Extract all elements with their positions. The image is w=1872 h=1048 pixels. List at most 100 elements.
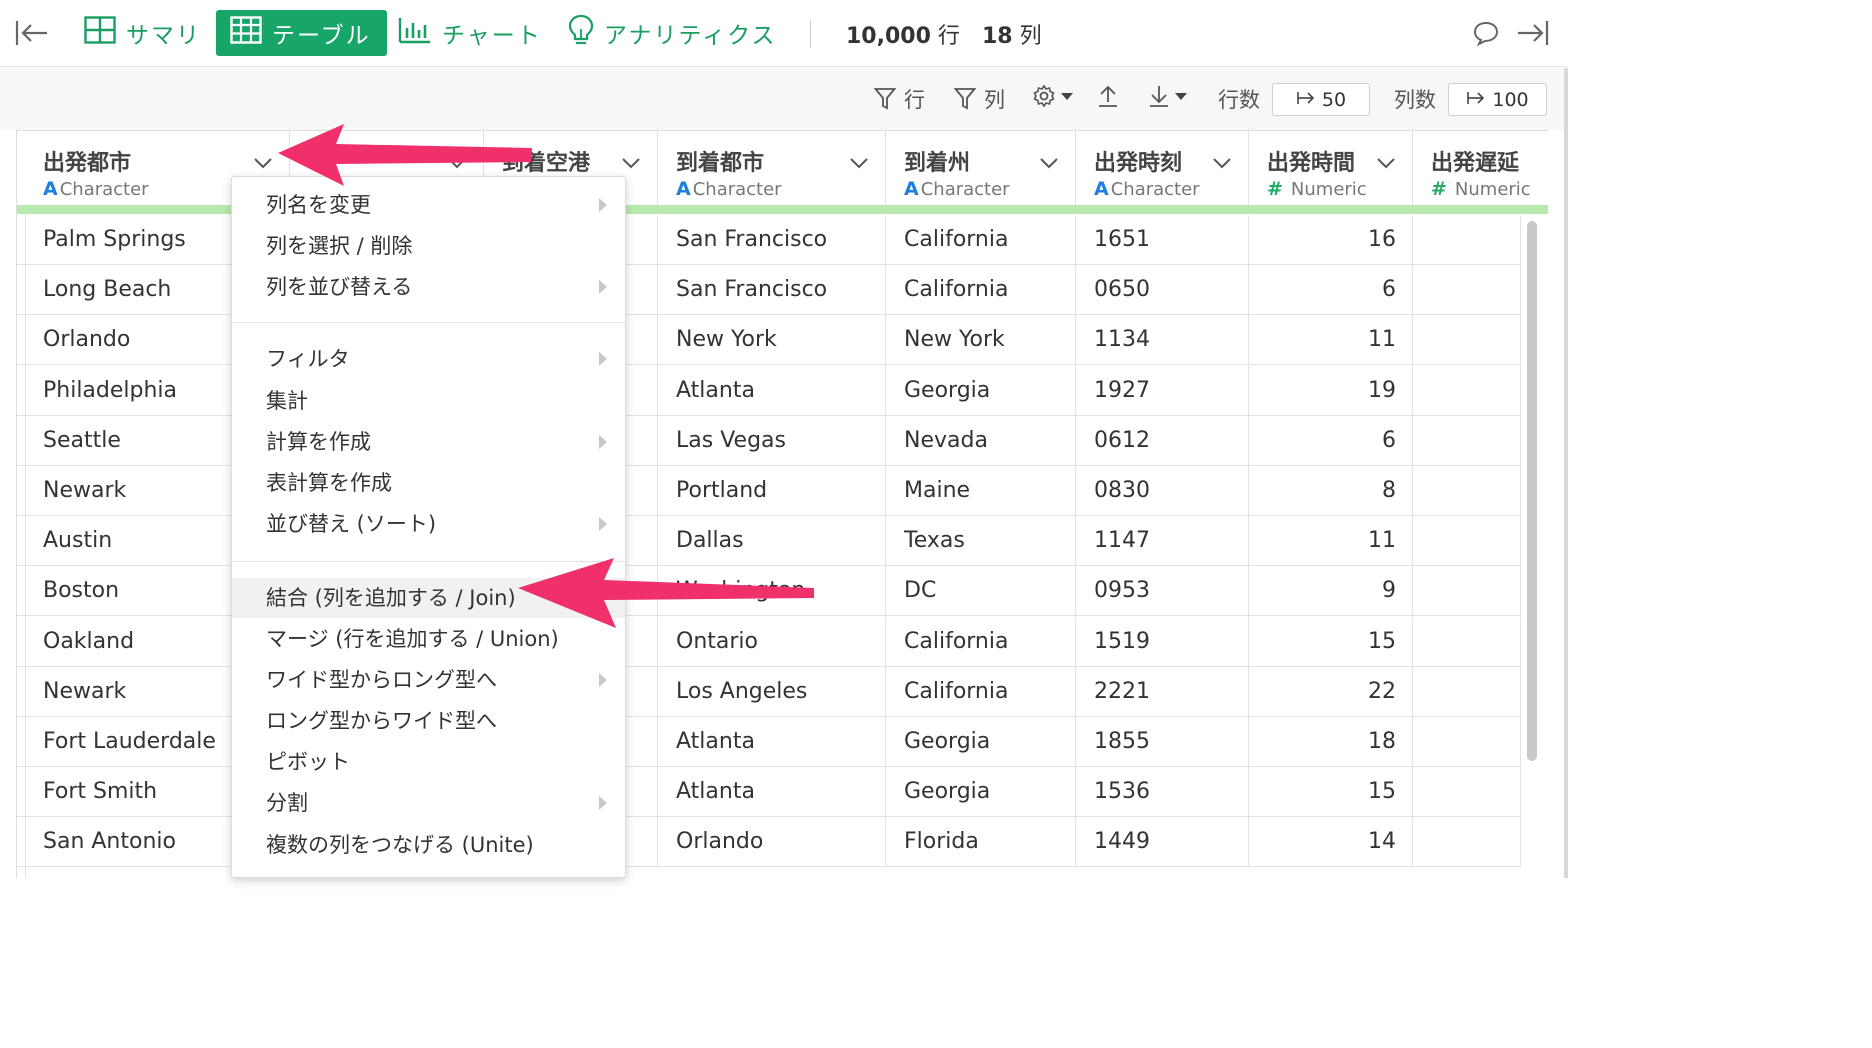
vertical-scrollbar[interactable] — [1527, 221, 1537, 761]
speech-bubble-icon[interactable] — [1472, 20, 1500, 50]
table-cell[interactable]: 15 — [1249, 616, 1413, 667]
table-cell[interactable]: 19 — [1249, 365, 1413, 416]
table-cell[interactable]: 1855 — [1076, 717, 1249, 767]
table-cell[interactable]: California — [886, 265, 1076, 316]
table-cell[interactable] — [1413, 817, 1521, 868]
table-cell[interactable]: 14 — [1249, 817, 1413, 868]
table-cell[interactable]: 0830 — [1076, 466, 1249, 516]
chevron-down-icon[interactable] — [252, 155, 274, 174]
summary-tab[interactable]: サマリ — [84, 10, 201, 56]
table-cell[interactable]: 0650 — [1076, 265, 1249, 316]
table-cell[interactable] — [1413, 767, 1521, 818]
menu-item[interactable]: 列を並び替える — [232, 267, 625, 307]
table-cell[interactable]: DC — [886, 566, 1076, 617]
table-cell[interactable] — [1413, 616, 1521, 667]
table-cell[interactable]: 1147 — [1076, 516, 1249, 567]
table-cell[interactable]: 8 — [1249, 466, 1413, 516]
table-cell[interactable] — [1413, 516, 1521, 567]
analytics-tab[interactable]: アナリティクス — [568, 10, 776, 56]
table-cell[interactable]: San Francisco — [658, 215, 886, 265]
table-cell[interactable]: 1449 — [1076, 817, 1249, 868]
table-cell[interactable] — [1413, 566, 1521, 617]
menu-item[interactable]: 集計 — [232, 381, 625, 421]
chart-tab[interactable]: チャート — [398, 10, 542, 56]
table-cell[interactable]: Georgia — [886, 717, 1076, 767]
settings-button[interactable] — [1032, 84, 1073, 108]
table-cell[interactable]: Dallas — [658, 516, 886, 567]
menu-item[interactable]: 分割 — [232, 783, 625, 823]
chevron-down-icon[interactable] — [1038, 155, 1060, 174]
table-cell[interactable]: Los Angeles — [658, 666, 886, 717]
table-cell[interactable] — [1413, 215, 1521, 265]
column-header[interactable]: 出発時刻 A Character — [1076, 131, 1249, 205]
table-cell[interactable]: Las Vegas — [658, 415, 886, 466]
menu-item[interactable]: 列を選択 / 削除 — [232, 226, 625, 266]
cols-limit-button[interactable]: 100 — [1448, 83, 1547, 116]
menu-item[interactable]: 計算を作成 — [232, 422, 625, 462]
chevron-down-icon[interactable] — [848, 155, 870, 174]
table-cell[interactable]: 11 — [1249, 516, 1413, 567]
table-cell[interactable]: California — [886, 616, 1076, 667]
table-cell[interactable]: Atlanta — [658, 767, 886, 818]
table-cell[interactable]: California — [886, 666, 1076, 717]
table-cell[interactable]: New York — [658, 315, 886, 366]
chevron-down-icon[interactable] — [1211, 155, 1233, 174]
table-cell[interactable]: Georgia — [886, 365, 1076, 416]
table-cell[interactable]: 1134 — [1076, 315, 1249, 366]
collapse-right-icon[interactable] — [1516, 18, 1550, 52]
table-cell[interactable]: Georgia — [886, 767, 1076, 818]
column-header[interactable]: 到着都市 A Character — [658, 131, 886, 205]
table-cell[interactable]: 1536 — [1076, 767, 1249, 818]
table-cell[interactable]: 1927 — [1076, 365, 1249, 416]
table-cell[interactable]: 15 — [1249, 767, 1413, 818]
table-cell[interactable]: 6 — [1249, 265, 1413, 316]
table-cell[interactable]: 1651 — [1076, 215, 1249, 265]
table-cell[interactable]: Orlando — [658, 817, 886, 868]
column-header[interactable]: 出発遅延 # Numeric — [1413, 131, 1548, 205]
download-button[interactable] — [1148, 84, 1187, 108]
menu-item[interactable]: フィルタ — [232, 339, 625, 379]
menu-item[interactable]: 並び替え (ソート) — [232, 504, 625, 544]
table-cell[interactable]: Portland — [658, 466, 886, 516]
table-cell[interactable]: 2221 — [1076, 666, 1249, 717]
table-cell[interactable]: 0612 — [1076, 415, 1249, 466]
menu-item[interactable]: 列名を変更 — [232, 185, 625, 225]
table-cell[interactable]: 1519 — [1076, 616, 1249, 667]
table-cell[interactable]: Ontario — [658, 616, 886, 667]
table-cell[interactable]: 0953 — [1076, 566, 1249, 617]
chevron-down-icon[interactable] — [620, 155, 642, 174]
table-cell[interactable]: California — [886, 215, 1076, 265]
menu-item[interactable]: マージ (行を追加する / Union) — [232, 619, 625, 659]
menu-item[interactable]: ワイド型からロング型へ — [232, 660, 625, 700]
table-cell[interactable]: Washington — [658, 566, 886, 617]
column-header[interactable]: 出発時間 # Numeric — [1249, 131, 1413, 205]
table-cell[interactable]: 11 — [1249, 315, 1413, 366]
menu-item[interactable]: ピボット — [232, 742, 625, 782]
menu-item[interactable]: 結合 (列を追加する / Join) — [232, 578, 625, 618]
table-cell[interactable]: 9 — [1249, 566, 1413, 617]
table-cell[interactable] — [1413, 466, 1521, 516]
table-cell[interactable] — [1413, 415, 1521, 466]
collapse-left-icon[interactable] — [14, 18, 50, 48]
table-cell[interactable]: Maine — [886, 466, 1076, 516]
table-cell[interactable] — [1413, 315, 1521, 366]
menu-item[interactable]: 表計算を作成 — [232, 463, 625, 503]
upload-button[interactable] — [1097, 84, 1119, 108]
table-cell[interactable]: 18 — [1249, 717, 1413, 767]
rows-limit-button[interactable]: 50 — [1272, 83, 1370, 116]
table-tab[interactable]: テーブル — [216, 10, 387, 56]
table-cell[interactable]: Texas — [886, 516, 1076, 567]
table-cell[interactable] — [1413, 365, 1521, 416]
menu-item[interactable]: ロング型からワイド型へ — [232, 701, 625, 741]
column-header[interactable]: 到着州 A Character — [886, 131, 1076, 205]
table-cell[interactable] — [1413, 265, 1521, 316]
chevron-down-icon[interactable] — [446, 155, 468, 174]
table-cell[interactable] — [1413, 717, 1521, 767]
table-cell[interactable]: 22 — [1249, 666, 1413, 717]
table-cell[interactable]: Florida — [886, 817, 1076, 868]
table-cell[interactable]: New York — [886, 315, 1076, 366]
table-cell[interactable] — [1413, 666, 1521, 717]
table-cell[interactable]: San Francisco — [658, 265, 886, 316]
filter-cols-button[interactable]: 列 — [954, 84, 1005, 114]
chevron-down-icon[interactable] — [1375, 155, 1397, 174]
